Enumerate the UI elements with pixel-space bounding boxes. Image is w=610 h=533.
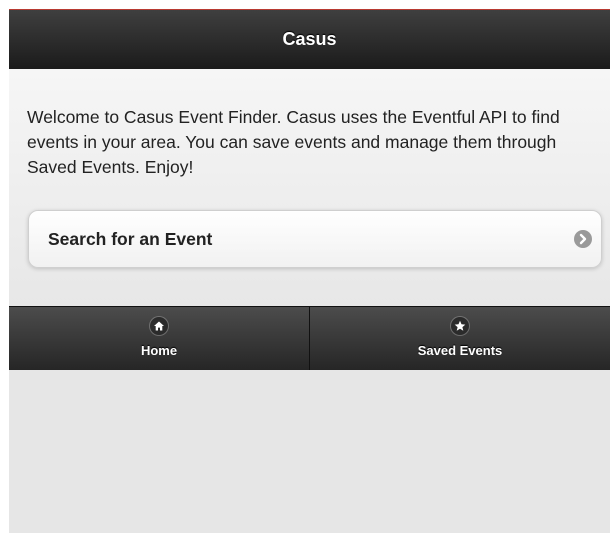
intro-text: Welcome to Casus Event Finder. Casus use… [27, 107, 560, 177]
page-title: Casus [282, 29, 337, 49]
home-icon [150, 317, 168, 335]
search-event-label: Search for an Event [48, 229, 213, 249]
nav-bar: Home Saved Events [9, 306, 610, 370]
content-area: Welcome to Casus Event Finder. Casus use… [9, 69, 610, 306]
empty-content-area [9, 370, 610, 533]
app-header: Casus [9, 9, 610, 69]
app-frame: Casus Welcome to Casus Event Finder. Cas… [9, 9, 610, 533]
nav-item-saved-events-label: Saved Events [417, 343, 503, 358]
nav-item-home[interactable]: Home [9, 307, 309, 370]
nav-item-saved-events[interactable]: Saved Events [309, 307, 610, 370]
search-event-button[interactable]: Search for an Event [28, 210, 602, 268]
arrow-right-icon [574, 230, 592, 248]
nav-item-home-label: Home [140, 343, 178, 358]
star-icon [451, 317, 469, 335]
